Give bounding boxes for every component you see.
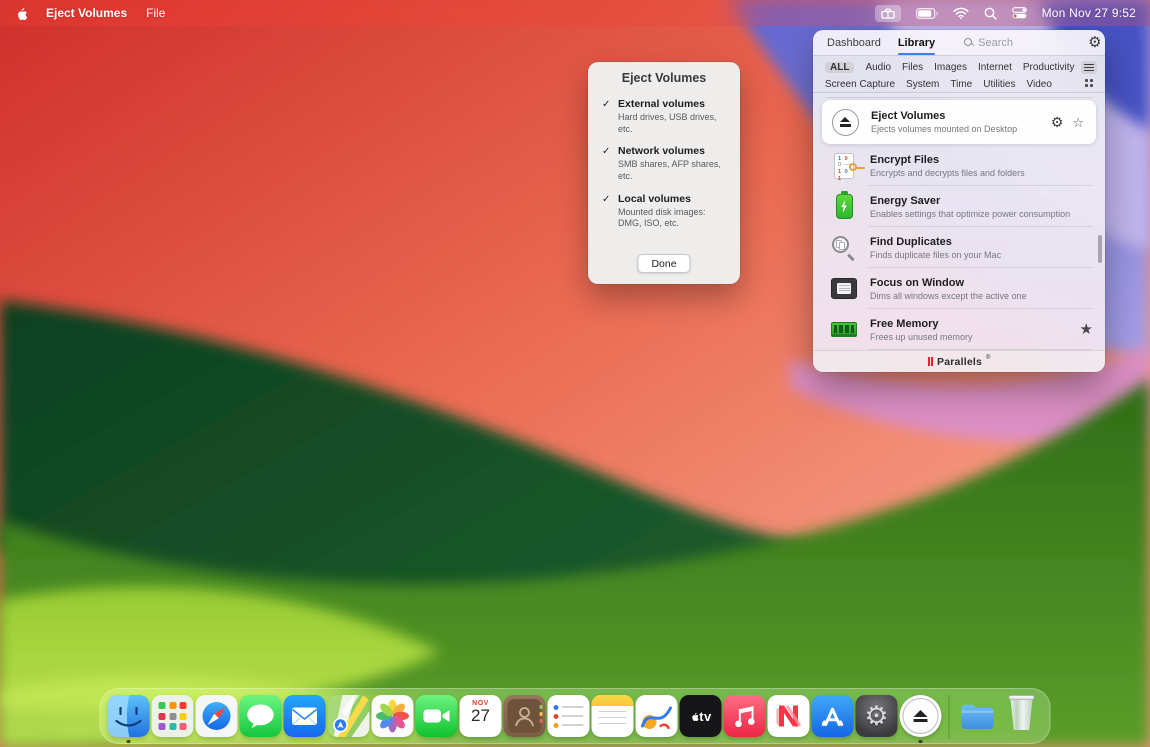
menubar-clock[interactable]: Mon Nov 27 9:52 xyxy=(1042,6,1136,20)
menubar-menu-file[interactable]: File xyxy=(146,6,165,20)
binary-document-key-icon: 1 00 —1 0 1 xyxy=(834,152,865,182)
dock-notes-icon[interactable] xyxy=(591,695,634,737)
search-icon xyxy=(964,38,973,47)
dock-trash-icon[interactable] xyxy=(1001,695,1043,737)
dock-reminders-icon[interactable] xyxy=(547,695,590,737)
filter-files[interactable]: Files xyxy=(902,62,923,73)
window-monitor-icon xyxy=(831,278,857,299)
battery-icon[interactable] xyxy=(915,7,938,19)
list-view-icon[interactable] xyxy=(1081,61,1097,74)
dock-divider xyxy=(948,695,950,739)
apple-menu-icon[interactable] xyxy=(14,6,27,21)
dock-calendar-icon[interactable]: NOV 27 xyxy=(459,695,502,737)
ram-module-icon xyxy=(831,322,857,337)
menubar-app-name[interactable]: Eject Volumes xyxy=(46,6,127,20)
filter-system[interactable]: System xyxy=(906,79,939,90)
tool-row-eject-volumes[interactable]: Eject Volumes Ejects volumes mounted on … xyxy=(822,100,1096,144)
checkbox-network-volumes[interactable]: ✓ Network volumes SMB shares, AFP shares… xyxy=(602,145,728,182)
tool-row-focus-on-window[interactable]: Focus on Window Dims all windows except … xyxy=(813,268,1105,309)
tool-settings-gear-icon[interactable]: ⚙ xyxy=(1051,115,1064,129)
panel-footer: Parallels ® xyxy=(813,350,1105,372)
option-description: Hard drives, USB drives, etc. xyxy=(618,112,717,134)
panel-tab-bar: Dashboard Library ⚙ xyxy=(813,30,1105,56)
checkmark-icon: ✓ xyxy=(602,193,611,205)
battery-bolt-icon xyxy=(835,191,853,219)
checkmark-icon: ✓ xyxy=(602,99,611,110)
spotlight-search-icon[interactable] xyxy=(984,7,997,20)
dock: NOV 27 tv ⚙ xyxy=(99,688,1051,744)
filter-utilities[interactable]: Utilities xyxy=(983,79,1015,90)
control-center-icon[interactable] xyxy=(1011,7,1027,19)
dock-eject-volumes-icon[interactable] xyxy=(899,695,942,743)
dock-downloads-folder-icon[interactable] xyxy=(957,695,999,737)
grid-view-icon[interactable] xyxy=(1081,77,1097,88)
dock-maps-icon[interactable] xyxy=(327,695,370,737)
menu-bar: Eject Volumes File Mon Nov 27 9:52 xyxy=(0,0,1150,26)
dock-finder-icon[interactable] xyxy=(107,695,150,743)
filter-images[interactable]: Images xyxy=(934,62,967,73)
checkbox-external-volumes[interactable]: ✓ External volumes Hard drives, USB driv… xyxy=(602,98,728,135)
dock-freeform-icon[interactable] xyxy=(635,695,678,737)
tool-row-energy-saver[interactable]: Energy Saver Enables settings that optim… xyxy=(813,186,1105,227)
tool-row-free-memory[interactable]: Free Memory Frees up unused memory ★ xyxy=(813,309,1105,350)
filter-productivity[interactable]: Productivity xyxy=(1023,62,1075,73)
eject-icon xyxy=(831,108,859,136)
tool-row-find-duplicates[interactable]: Find Duplicates Finds duplicate files on… xyxy=(813,227,1105,268)
tab-dashboard[interactable]: Dashboard xyxy=(827,30,881,55)
dock-facetime-icon[interactable] xyxy=(415,695,458,737)
magnifier-documents-icon xyxy=(831,235,857,261)
filter-time[interactable]: Time xyxy=(950,79,972,90)
dock-system-settings-icon[interactable]: ⚙ xyxy=(855,695,898,737)
dock-contacts-icon[interactable] xyxy=(503,695,546,737)
scrollbar-thumb[interactable] xyxy=(1098,235,1102,263)
filter-video[interactable]: Video xyxy=(1026,79,1051,90)
dialog-title: Eject Volumes xyxy=(621,71,707,85)
dock-tv-icon[interactable]: tv xyxy=(679,695,722,737)
filter-internet[interactable]: Internet xyxy=(978,62,1012,73)
done-button[interactable]: Done xyxy=(637,254,691,273)
calendar-day: 27 xyxy=(471,706,490,725)
registered-mark: ® xyxy=(986,355,991,361)
dock-news-icon[interactable] xyxy=(767,695,810,737)
favorite-star-outline-icon[interactable]: ☆ xyxy=(1072,116,1084,129)
category-filters: ALL Audio Files Images Internet Producti… xyxy=(813,56,1105,93)
tool-list: Eject Volumes Ejects volumes mounted on … xyxy=(813,93,1105,350)
dock-music-icon[interactable] xyxy=(723,695,766,737)
parallels-logo-bars-icon xyxy=(927,357,934,366)
dock-messages-icon[interactable] xyxy=(239,695,282,737)
dock-mail-icon[interactable] xyxy=(283,695,326,737)
dock-appstore-icon[interactable] xyxy=(811,695,854,737)
wifi-icon[interactable] xyxy=(953,7,969,19)
checkbox-local-volumes[interactable]: ✓ Local volumes Mounted disk images: DMG… xyxy=(602,193,728,230)
settings-gear-icon[interactable]: ⚙ xyxy=(1088,35,1101,50)
desktop: Eject Volumes File Mon Nov 27 9:52 Eject… xyxy=(0,0,1150,747)
filter-all[interactable]: ALL xyxy=(825,62,855,73)
parallels-toolbox-menu-icon[interactable] xyxy=(874,4,901,22)
filter-screen-capture[interactable]: Screen Capture xyxy=(825,79,895,90)
tv-label: tv xyxy=(699,708,712,724)
search-input[interactable] xyxy=(978,36,1089,49)
favorite-star-filled-icon[interactable]: ★ xyxy=(1080,322,1093,337)
parallels-brand: Parallels xyxy=(937,355,983,368)
checkmark-icon: ✓ xyxy=(602,146,611,158)
option-description: Mounted disk images: DMG, ISO, etc. xyxy=(618,206,706,229)
filter-audio[interactable]: Audio xyxy=(865,62,891,73)
gear-glyph: ⚙ xyxy=(864,700,889,731)
dock-safari-icon[interactable] xyxy=(195,695,238,737)
search-field[interactable] xyxy=(964,36,1089,49)
option-description: SMB shares, AFP shares, etc. xyxy=(618,159,721,182)
tool-row-encrypt-files[interactable]: 1 00 —1 0 1 Encrypt Files Encrypts and d… xyxy=(813,145,1105,186)
parallels-toolbox-panel: Dashboard Library ⚙ ALL Audio Files Imag… xyxy=(813,30,1105,372)
eject-volumes-dialog: Eject Volumes ✓ External volumes Hard dr… xyxy=(588,62,740,284)
dock-launchpad-icon[interactable] xyxy=(151,695,194,737)
tab-library[interactable]: Library xyxy=(897,30,936,55)
dock-photos-icon[interactable] xyxy=(371,695,414,737)
